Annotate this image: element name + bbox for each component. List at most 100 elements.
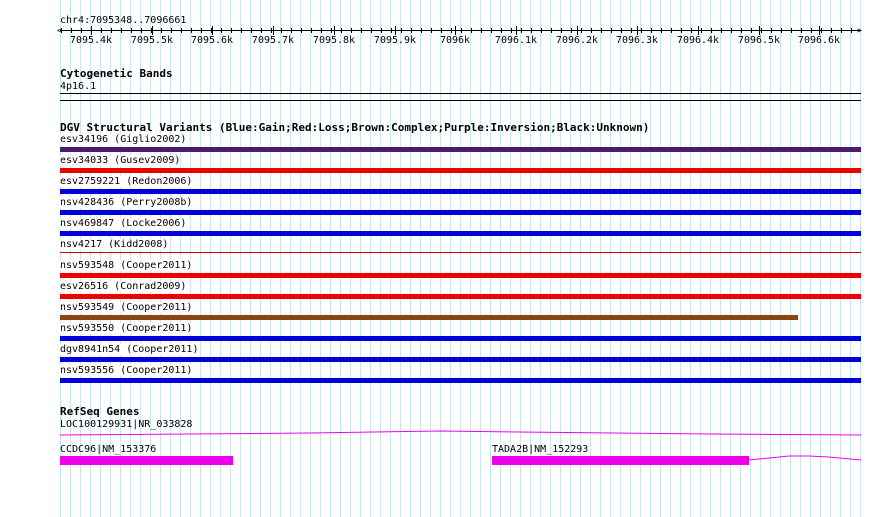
variant-bar[interactable] <box>60 189 861 194</box>
variant-bar[interactable] <box>60 378 861 383</box>
gene-exon-block[interactable] <box>60 456 233 465</box>
variant-label[interactable]: nsv469847 (Locke2006) <box>60 218 187 229</box>
gene-label[interactable]: CCDC96|NM_153376 <box>60 444 156 455</box>
ruler-minor-tick <box>211 28 212 33</box>
ruler-minor-tick <box>381 28 382 33</box>
refseq-track-title[interactable]: RefSeq Genes <box>60 406 139 418</box>
ruler-minor-tick <box>281 28 282 33</box>
ruler-minor-tick <box>131 28 132 33</box>
ruler-tick <box>637 26 638 35</box>
dgv-track-title[interactable]: DGV Structural Variants (Blue:Gain;Red:L… <box>60 122 649 134</box>
ruler-minor-tick <box>471 28 472 33</box>
ruler-tick-label: 7096.5k <box>737 35 781 46</box>
ruler-minor-tick <box>611 28 612 33</box>
ruler-minor-tick <box>591 28 592 33</box>
ruler-minor-tick <box>691 28 692 33</box>
variant-bar[interactable] <box>60 252 861 253</box>
ruler-minor-tick <box>371 28 372 33</box>
ruler-minor-tick <box>241 28 242 33</box>
variant-label[interactable]: esv34196 (Giglio2002) <box>60 134 187 145</box>
variant-bar[interactable] <box>60 147 861 152</box>
ruler-minor-tick <box>741 28 742 33</box>
ruler-minor-tick <box>141 28 142 33</box>
ruler-minor-tick <box>851 28 852 33</box>
ruler-minor-tick <box>501 28 502 33</box>
ruler-minor-tick <box>401 28 402 33</box>
ruler-minor-tick <box>641 28 642 33</box>
variant-bar[interactable] <box>60 231 861 236</box>
variant-bar[interactable] <box>60 210 861 215</box>
ruler-minor-tick <box>261 28 262 33</box>
background-grid <box>60 0 861 517</box>
ruler-minor-tick <box>541 28 542 33</box>
ruler-minor-tick <box>551 28 552 33</box>
ruler-minor-tick <box>421 28 422 33</box>
ruler-minor-tick <box>651 28 652 33</box>
ruler-minor-tick <box>451 28 452 33</box>
ruler-minor-tick <box>71 28 72 33</box>
ruler-minor-tick <box>801 28 802 33</box>
ruler-minor-tick <box>301 28 302 33</box>
variant-label[interactable]: nsv428436 (Perry2008b) <box>60 197 193 208</box>
ruler-minor-tick <box>751 28 752 33</box>
gene-intron-line[interactable] <box>60 426 861 438</box>
gene-intron-line[interactable] <box>749 452 861 464</box>
ruler-minor-tick <box>761 28 762 33</box>
variant-bar[interactable] <box>60 168 861 173</box>
ruler-minor-tick <box>191 28 192 33</box>
ruler-tick-label: 7096.4k <box>676 35 720 46</box>
variant-bar[interactable] <box>60 273 861 278</box>
cytoband-track-title[interactable]: Cytogenetic Bands <box>60 68 173 80</box>
ruler-tick <box>395 26 396 35</box>
ruler-minor-tick <box>311 28 312 33</box>
ruler-minor-tick <box>461 28 462 33</box>
cytoband-label: 4p16.1 <box>60 81 97 92</box>
ruler-minor-tick <box>821 28 822 33</box>
ruler-minor-tick <box>601 28 602 33</box>
ruler-minor-tick <box>521 28 522 33</box>
ruler-minor-tick <box>111 28 112 33</box>
ruler-tick-label: 7096k <box>439 35 471 46</box>
ruler-minor-tick <box>391 28 392 33</box>
ruler-tick <box>152 26 153 35</box>
ruler-tick <box>819 26 820 35</box>
variant-label[interactable]: esv34033 (Gusev2009) <box>60 155 181 166</box>
ruler-minor-tick <box>91 28 92 33</box>
ruler-tick-label: 7096.2k <box>555 35 599 46</box>
variant-label[interactable]: nsv4217 (Kidd2008) <box>60 239 169 250</box>
variant-label[interactable]: nsv593550 (Cooper2011) <box>60 323 193 334</box>
gene-exon-block[interactable] <box>492 456 749 465</box>
ruler-minor-tick <box>411 28 412 33</box>
ruler-tick <box>759 26 760 35</box>
cytoband-top-border <box>60 93 861 94</box>
ruler-minor-tick <box>841 28 842 33</box>
ruler-minor-tick <box>291 28 292 33</box>
variant-label[interactable]: dgv8941n54 (Cooper2011) <box>60 344 199 355</box>
ruler-minor-tick <box>271 28 272 33</box>
ruler-minor-tick <box>781 28 782 33</box>
variant-label[interactable]: nsv593549 (Cooper2011) <box>60 302 193 313</box>
ruler-minor-tick <box>161 28 162 33</box>
ruler-tick-label: 7095.6k <box>190 35 234 46</box>
ruler-minor-tick <box>341 28 342 33</box>
ruler-minor-tick <box>101 28 102 33</box>
ruler-minor-tick <box>531 28 532 33</box>
ruler-tick <box>212 26 213 35</box>
variant-bar[interactable] <box>60 315 798 320</box>
variant-label[interactable]: nsv593548 (Cooper2011) <box>60 260 193 271</box>
ruler-tick-label: 7095.4k <box>69 35 113 46</box>
cytoband-bottom-border <box>60 100 861 101</box>
ruler-minor-tick <box>631 28 632 33</box>
variant-label[interactable]: nsv593556 (Cooper2011) <box>60 365 193 376</box>
variant-bar[interactable] <box>60 357 861 362</box>
ruler-minor-tick <box>361 28 362 33</box>
ruler-minor-tick <box>811 28 812 33</box>
variant-label[interactable]: esv2759221 (Redon2006) <box>60 176 193 187</box>
gene-label[interactable]: TADA2B|NM_152293 <box>492 444 588 455</box>
ruler-minor-tick <box>491 28 492 33</box>
variant-label[interactable]: esv26516 (Conrad2009) <box>60 281 187 292</box>
ruler-tick <box>455 26 456 35</box>
variant-bar[interactable] <box>60 336 861 341</box>
ruler-tick-label: 7095.5k <box>130 35 174 46</box>
variant-bar[interactable] <box>60 294 861 299</box>
